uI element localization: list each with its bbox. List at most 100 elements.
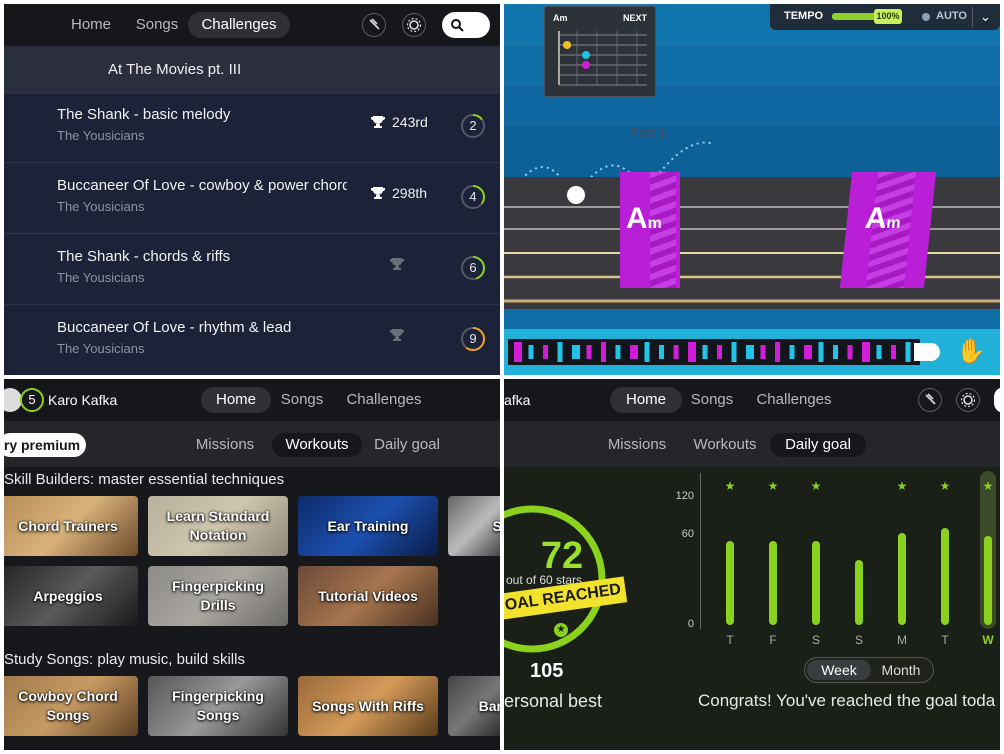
level-number: 4 [469, 189, 477, 204]
x-tick-label: S [854, 633, 863, 647]
tempo-value: 100% [874, 9, 902, 24]
tab-challenges[interactable]: Challenges [752, 387, 836, 413]
premium-button[interactable]: ry premium [4, 433, 86, 457]
chart-bar [812, 540, 820, 625]
gear-icon[interactable] [402, 13, 426, 37]
row-artist: The Yousicians [57, 199, 145, 214]
level-badge: 5 [20, 388, 44, 412]
user-name: afka [504, 392, 531, 408]
week-month-toggle[interactable]: Week Month [804, 657, 934, 683]
tab-songs[interactable]: Songs [276, 387, 328, 413]
song-progress-strip[interactable]: ✋ [504, 329, 1000, 375]
subtab-daily-goal[interactable]: Daily goal [368, 433, 446, 457]
progress-mark [862, 342, 870, 362]
tile-arpeggios[interactable]: Arpeggios [4, 566, 138, 626]
challenge-title: At The Movies pt. III [108, 61, 242, 78]
progress-mark [557, 342, 563, 362]
row-artist: The Yousicians [57, 128, 145, 143]
auto-toggle[interactable]: AUTO [936, 10, 967, 22]
tab-songs[interactable]: Songs [686, 387, 738, 413]
tile-chord-trainers[interactable]: Chord Trainers [4, 496, 138, 556]
hand-icon[interactable]: ✋ [956, 337, 986, 366]
subtab-workouts[interactable]: Workouts [272, 433, 362, 457]
daily-goal-panel: afka Home Songs Challenges Missions Work… [504, 379, 1000, 750]
tile-label: Fingerpicking Songs [172, 688, 264, 723]
tile-label: Tutorial Videos [318, 587, 418, 604]
x-tick-label: W [982, 633, 994, 647]
tempo-control[interactable]: TEMPO 100% AUTO ⌄ [770, 4, 1000, 30]
chart-bar [769, 540, 777, 625]
subtab-workouts[interactable]: Workouts [686, 433, 764, 457]
section-title: Study Songs: play music, build skills [4, 651, 245, 668]
star-icon: ★ [896, 479, 908, 493]
tile-cowboy-chord-songs[interactable]: Cowboy Chord Songs [4, 676, 138, 736]
rank-value: 298th [392, 185, 428, 201]
tile-tutorial-videos[interactable]: Tutorial Videos [298, 566, 438, 626]
tile-fingerpicking-drills[interactable]: Fingerpicking Drills [148, 566, 288, 626]
challenge-row[interactable]: The Shank - basic melody The Yousicians … [4, 92, 500, 163]
tuning-fork-icon[interactable] [918, 388, 942, 412]
ball-cursor [567, 186, 585, 204]
chord-root: A [626, 202, 648, 235]
chord-diagram: Am NEXT [544, 6, 656, 97]
y-axis [700, 473, 701, 629]
toggle-week[interactable]: Week [807, 660, 871, 680]
tuning-fork-icon[interactable] [362, 13, 386, 37]
tab-home[interactable]: Home [201, 387, 271, 413]
row-artist: The Yousicians [57, 341, 145, 356]
progress-mark [659, 345, 664, 359]
tab-home[interactable]: Home [610, 387, 682, 413]
subtab-daily-goal[interactable]: Daily goal [770, 433, 866, 457]
top-nav: afka Home Songs Challenges [504, 379, 1000, 421]
progress-mark [746, 345, 754, 359]
tile-fingerpicking-songs[interactable]: Fingerpicking Songs [148, 676, 288, 736]
current-chord: Am [553, 13, 568, 23]
top-nav: 5 Karo Kafka Home Songs Challenges [4, 379, 500, 421]
challenge-row[interactable]: The Shank - chords & riffs The Yousician… [4, 234, 500, 305]
tab-home[interactable]: Home [60, 12, 122, 38]
toggle-month[interactable]: Month [871, 660, 931, 680]
row-title: Buccaneer Of Love - rhythm & lead [57, 319, 292, 336]
rank-value: 243rd [392, 114, 428, 130]
playhead [914, 343, 940, 361]
progress-mark [514, 342, 522, 362]
tile-label: Chord Trainers [18, 517, 118, 534]
tab-challenges[interactable]: Challenges [342, 387, 426, 413]
progress-mark [630, 345, 638, 359]
level-ring: 9 [460, 326, 486, 352]
star-icon: ★ [767, 479, 779, 493]
tile-label: Learn Standard Notation [166, 508, 270, 543]
gear-icon[interactable] [956, 388, 980, 412]
challenge-row[interactable]: Buccaneer Of Love - rhythm & lead The Yo… [4, 305, 500, 375]
chord-label: Am [863, 202, 902, 236]
top-nav: Home Songs Challenges [4, 4, 500, 46]
personal-best-label: ersonal best [504, 691, 603, 711]
challenge-row[interactable]: Buccaneer Of Love - cowboy & power chord… [4, 163, 500, 234]
tile-label: S [492, 517, 500, 534]
tile-label: Fingerpicking Drills [172, 578, 264, 613]
subtab-missions[interactable]: Missions [602, 433, 672, 457]
chord-block: Am [839, 172, 937, 288]
tile-ear-training[interactable]: Ear Training [298, 496, 438, 556]
search-button[interactable] [442, 12, 490, 38]
tile-partial[interactable]: Bar [448, 676, 500, 736]
progress-mark [644, 342, 650, 362]
level-number: 9 [469, 331, 477, 346]
progress-mark [760, 345, 766, 359]
tab-challenges[interactable]: Challenges [188, 12, 290, 38]
row-title: Buccaneer Of Love - cowboy & power chord… [57, 177, 347, 194]
chord-suffix: m [885, 215, 902, 232]
tile-learn-notation[interactable]: Learn Standard Notation [148, 496, 288, 556]
progress-mark [833, 345, 838, 359]
tile-songs-with-riffs[interactable]: Songs With Riffs [298, 676, 438, 736]
tile-partial[interactable]: S [448, 496, 500, 556]
challenge-header: At The Movies pt. III [4, 46, 500, 94]
progress-mark [717, 345, 722, 359]
subtab-missions[interactable]: Missions [190, 433, 260, 457]
tab-songs[interactable]: Songs [128, 12, 186, 38]
progress-mark [586, 345, 592, 359]
x-tick-label: T [726, 633, 734, 647]
level-number: 2 [469, 118, 477, 133]
chevron-down-icon[interactable]: ⌄ [972, 7, 998, 27]
search-button[interactable] [994, 387, 1000, 413]
